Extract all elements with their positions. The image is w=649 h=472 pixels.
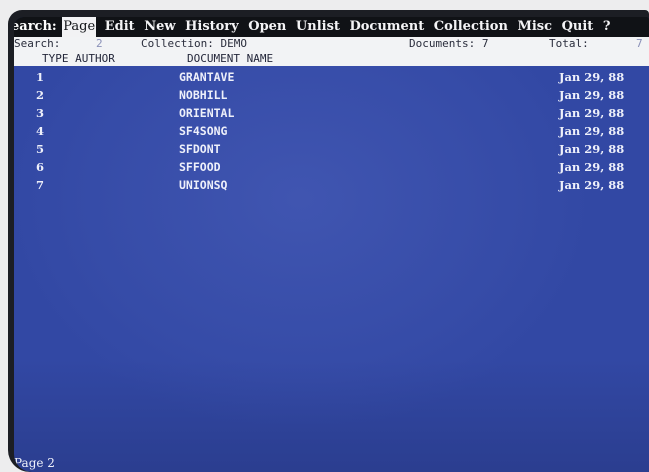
document-date: Jan 29, 88 [559, 178, 625, 192]
document-name: SF4SONG [179, 124, 228, 138]
collection-name: Collection: DEMO [141, 37, 247, 50]
row-number: 3 [36, 106, 45, 120]
document-name: SFFOOD [179, 160, 221, 174]
menu-item-history[interactable]: History [185, 17, 239, 37]
document-date: Jan 29, 88 [559, 124, 625, 138]
table-row[interactable]: 1 GRANTAVE Jan 29, 88 [14, 68, 649, 86]
search-count: 2 [96, 37, 103, 50]
total-count: 7 [636, 37, 643, 50]
document-name: UNIONSQ [179, 178, 228, 192]
document-name: ORIENTAL [179, 106, 235, 120]
table-row[interactable]: 6 SFFOOD Jan 29, 88 [14, 158, 649, 176]
document-list: 1 GRANTAVE Jan 29, 88 2 NOBHILL Jan 29, … [14, 68, 649, 194]
table-row[interactable]: 2 NOBHILL Jan 29, 88 [14, 86, 649, 104]
status-line: Search: 2 Collection: DEMO Documents: 7 … [14, 37, 649, 51]
page-indicator: Page 2 [14, 456, 55, 470]
document-date: Jan 29, 88 [559, 70, 625, 84]
menu-item-help[interactable]: ? [603, 17, 611, 37]
table-row[interactable]: 4 SF4SONG Jan 29, 88 [14, 122, 649, 140]
menu-item-document[interactable]: Document [349, 17, 424, 37]
document-count: Documents: 7 [409, 37, 489, 50]
document-date: Jan 29, 88 [559, 160, 625, 174]
document-name: GRANTAVE [179, 70, 235, 84]
row-number: 5 [36, 142, 45, 156]
row-number: 4 [36, 124, 45, 138]
row-number: 2 [36, 88, 45, 102]
document-date: Jan 29, 88 [559, 142, 625, 156]
menu-item-page[interactable]: Page [62, 17, 97, 37]
menu-bar: earch: Page Edit New History Open Unlist… [14, 17, 649, 37]
column-document-name: DOCUMENT NAME [187, 52, 274, 65]
menu-item-misc[interactable]: Misc [517, 17, 552, 37]
table-row[interactable]: 3 ORIENTAL Jan 29, 88 [14, 104, 649, 122]
column-type-author: TYPE AUTHOR [42, 52, 115, 65]
row-number: 1 [36, 70, 45, 84]
total-label: Total: [549, 37, 589, 50]
menu-item-open[interactable]: Open [248, 17, 286, 37]
menu-item-quit[interactable]: Quit [562, 17, 594, 37]
terminal-screen: earch: Page Edit New History Open Unlist… [14, 17, 649, 472]
column-header: TYPE AUTHOR DOCUMENT NAME [14, 51, 649, 66]
menu-item-new[interactable]: New [144, 17, 175, 37]
table-row[interactable]: 5 SFDONT Jan 29, 88 [14, 140, 649, 158]
search-label: Search: [14, 37, 61, 50]
menu-search-label[interactable]: earch: [14, 17, 58, 37]
monitor-bezel: earch: Page Edit New History Open Unlist… [0, 0, 649, 472]
document-date: Jan 29, 88 [559, 106, 625, 120]
table-row[interactable]: 7 UNIONSQ Jan 29, 88 [14, 176, 649, 194]
menu-item-edit[interactable]: Edit [105, 17, 135, 37]
row-number: 6 [36, 160, 45, 174]
crt-frame: earch: Page Edit New History Open Unlist… [8, 10, 649, 472]
document-name: SFDONT [179, 142, 221, 156]
menu-item-unlist[interactable]: Unlist [296, 17, 340, 37]
document-date: Jan 29, 88 [559, 88, 625, 102]
row-number: 7 [36, 178, 45, 192]
document-name: NOBHILL [179, 88, 228, 102]
menu-item-collection[interactable]: Collection [434, 17, 508, 37]
